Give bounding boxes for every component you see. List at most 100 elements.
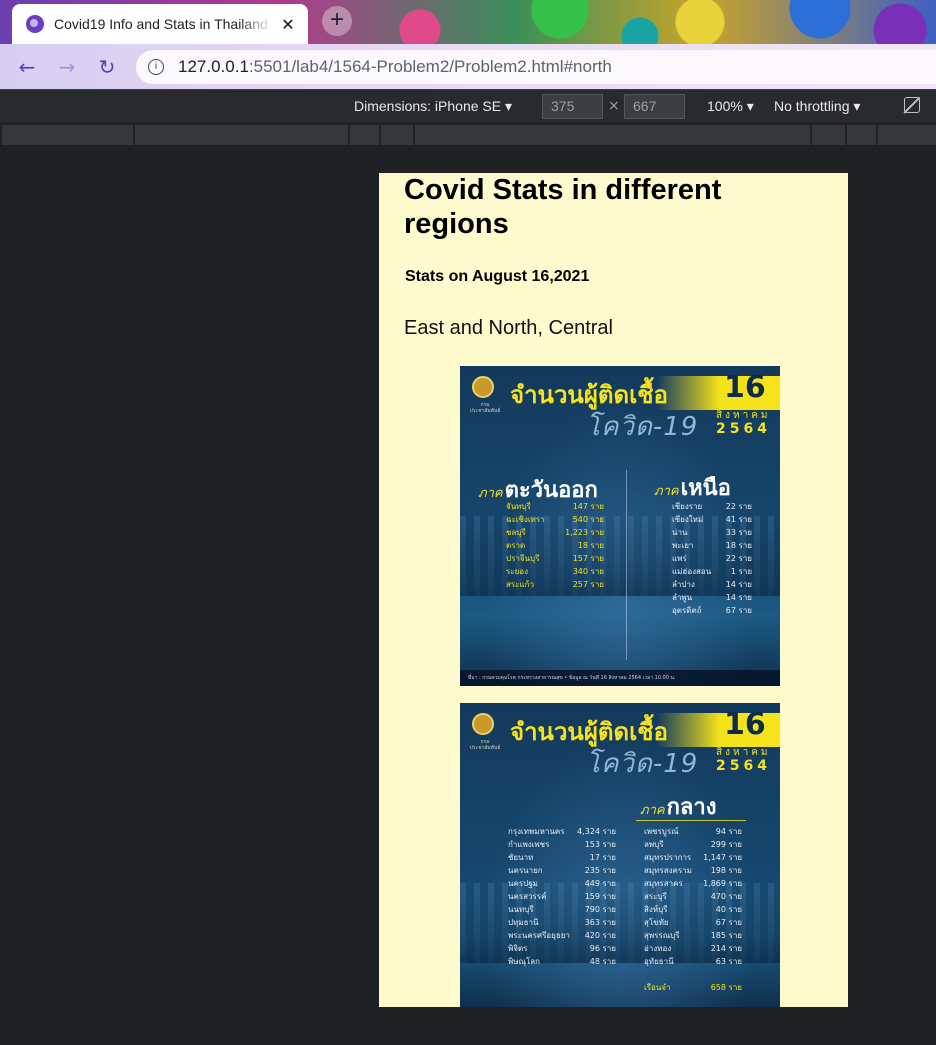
device-viewport: Covid Stats in different regions Stats o…: [379, 173, 848, 1007]
throttling-dropdown[interactable]: No throttling ▾: [774, 98, 860, 115]
province-name: อุทัยธานี: [644, 957, 674, 966]
province-name: เพชรบูรณ์: [644, 827, 679, 836]
list-item: เรือนจำ 658 ราย: [644, 981, 742, 994]
list-item: จันทบุรี 147 ราย: [506, 500, 604, 513]
province-name: ลพบุรี: [644, 840, 664, 849]
case-count: 470 ราย: [710, 892, 742, 901]
media-query-bar[interactable]: [2, 125, 133, 145]
day-number: 16: [724, 370, 766, 405]
region-name: กลาง: [666, 795, 717, 820]
province-name: กำแพงเพชร: [508, 840, 550, 849]
year-label: 2564: [716, 758, 771, 774]
list-item: สุโขทัย 67 ราย: [644, 916, 742, 929]
case-count: 41 ราย: [725, 515, 752, 524]
province-name: ลำพูน: [672, 593, 693, 602]
list-item: ลำพูน 14 ราย: [672, 591, 752, 604]
media-query-bar[interactable]: [381, 125, 413, 145]
case-count: 185 ราย: [710, 931, 742, 940]
province-name: สุโขทัย: [644, 918, 669, 927]
province-name: อุตรดิตถ์: [672, 606, 702, 615]
globe-icon: [26, 15, 44, 33]
media-query-bar[interactable]: [847, 125, 876, 145]
province-name: ลำปาง: [672, 580, 695, 589]
province-name: ระยอง: [506, 567, 528, 576]
close-icon[interactable]: ✕: [278, 15, 298, 34]
height-input[interactable]: 667: [624, 94, 685, 119]
infographic-central: กรมประชาสัมพันธ์ จำนวนผู้ติดเชื้อ 16 โคว…: [460, 703, 780, 1007]
list-item: ระยอง 340 ราย: [506, 565, 604, 578]
province-name: สมุทรสงคราม: [644, 866, 692, 875]
case-count: 14 ราย: [725, 593, 752, 602]
list-item: พระนครศรีอยุธยา 420 ราย: [508, 929, 616, 942]
list-item: พะเยา 18 ราย: [672, 539, 752, 552]
back-arrow-icon[interactable]: ←: [12, 52, 42, 82]
seal-text: กรมประชาสัมพันธ์: [469, 739, 501, 751]
heading-underline: [636, 820, 746, 821]
list-item: สุพรรณบุรี 185 ราย: [644, 929, 742, 942]
seal-logo: [472, 376, 494, 398]
case-count: 153 ราย: [584, 840, 616, 849]
list-item: ฉะเชิงเทรา 540 ราย: [506, 513, 604, 526]
width-input[interactable]: 375: [542, 94, 603, 119]
case-count: 40 ราย: [715, 905, 742, 914]
list-item: อ่างทอง 214 ราย: [644, 942, 742, 955]
tab-strip: Covid19 Info and Stats in Thailand ✕ +: [0, 0, 936, 44]
browser-tab[interactable]: Covid19 Info and Stats in Thailand ✕: [12, 4, 308, 44]
info-icon[interactable]: i: [148, 59, 164, 75]
case-count: 449 ราย: [584, 879, 616, 888]
infographic-east-north: กรมประชาสัมพันธ์ จำนวนผู้ติดเชื้อ 16 โคว…: [460, 366, 780, 686]
case-count: 658 ราย: [710, 983, 742, 992]
province-name: นครสวรรค์: [508, 892, 547, 901]
new-tab-button[interactable]: +: [322, 6, 352, 36]
url-host: 127.0.0.1: [178, 57, 249, 76]
day-number: 16: [724, 707, 766, 742]
media-query-bar[interactable]: [415, 125, 810, 145]
list-item: นครสวรรค์ 159 ราย: [508, 890, 616, 903]
zoom-dropdown[interactable]: 100% ▾: [707, 98, 754, 115]
dimensions-dropdown[interactable]: Dimensions: iPhone SE ▾: [354, 98, 512, 115]
seal-text: กรมประชาสัมพันธ์: [469, 402, 501, 414]
list-item: สระบุรี 470 ราย: [644, 890, 742, 903]
list-item: กรุงเทพมหานคร 4,324 ราย: [508, 825, 616, 838]
reload-icon[interactable]: ↻: [92, 52, 122, 82]
province-name: ฉะเชิงเทรา: [506, 515, 545, 524]
province-name: ปทุมธานี: [508, 918, 539, 927]
media-query-bar[interactable]: [135, 125, 348, 145]
region-name: เหนือ: [680, 476, 731, 501]
media-query-bar[interactable]: [350, 125, 379, 145]
rotate-icon[interactable]: [904, 97, 920, 113]
media-query-bar[interactable]: [878, 125, 936, 145]
province-name: สระแก้ว: [506, 580, 534, 589]
case-count: 33 ราย: [725, 528, 752, 537]
case-count: 1 ราย: [730, 567, 752, 576]
media-query-bars: [0, 122, 936, 146]
poster-footer: ที่มา : กรมควบคุมโรค กระทรวงสาธารณสุข • …: [460, 670, 780, 686]
case-count: 214 ราย: [710, 944, 742, 953]
case-count: 94 ราย: [715, 827, 742, 836]
case-count: 198 ราย: [710, 866, 742, 875]
case-count: 67 ราย: [725, 606, 752, 615]
province-name: สิงห์บุรี: [644, 905, 668, 914]
case-count: 14 ราย: [725, 580, 752, 589]
case-count: 17 ราย: [589, 853, 616, 862]
regions-heading: East and North, Central: [404, 317, 613, 339]
case-count: 18 ราย: [577, 541, 604, 550]
media-query-bar[interactable]: [812, 125, 845, 145]
case-count: 67 ราย: [715, 918, 742, 927]
address-bar: ← → ↻ i 127.0.0.1:5501/lab4/1564-Problem…: [0, 44, 936, 89]
province-name: ปราจีนบุรี: [506, 554, 540, 563]
list-item: อุตรดิตถ์ 67 ราย: [672, 604, 752, 617]
forward-arrow-icon[interactable]: →: [52, 52, 82, 82]
province-name: สมุทรปราการ: [644, 853, 692, 862]
list-item: ชัยนาท 17 ราย: [508, 851, 616, 864]
list-item: นนทบุรี 790 ราย: [508, 903, 616, 916]
list-item: สิงห์บุรี 40 ราย: [644, 903, 742, 916]
region-prefix: ภาค: [478, 486, 503, 501]
case-count: 790 ราย: [584, 905, 616, 914]
province-name: ชัยนาท: [508, 853, 534, 862]
divider: [626, 470, 627, 660]
list-item: แม่ฮ่องสอน 1 ราย: [672, 565, 752, 578]
device-toolbar: Dimensions: iPhone SE ▾ 375 × 667 100% ▾…: [0, 89, 936, 122]
seal-logo: [472, 713, 494, 735]
url-field[interactable]: i 127.0.0.1:5501/lab4/1564-Problem2/Prob…: [136, 50, 936, 84]
